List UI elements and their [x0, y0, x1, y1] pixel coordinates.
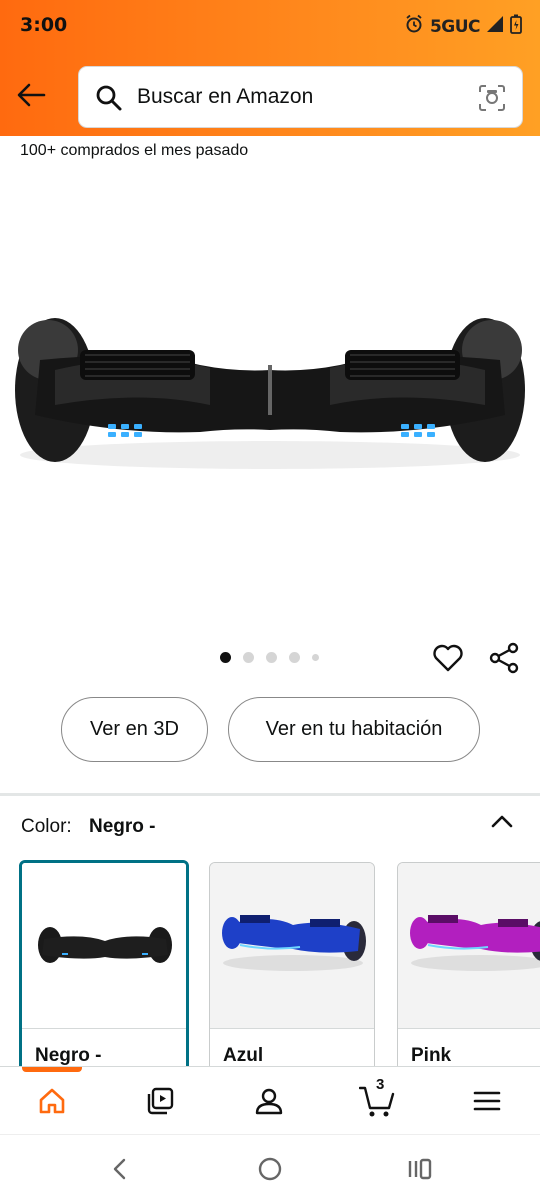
- nav-account[interactable]: [251, 1083, 287, 1119]
- share-button[interactable]: [488, 642, 520, 674]
- pagination-dot[interactable]: [220, 652, 231, 663]
- menu-icon: [473, 1091, 501, 1111]
- nav-video[interactable]: [142, 1083, 178, 1119]
- collapse-button[interactable]: [488, 808, 516, 836]
- signal-icon: [486, 15, 504, 38]
- recents-icon: [408, 1158, 432, 1180]
- share-icon: [489, 642, 519, 674]
- swatch-blue[interactable]: Azul: [209, 862, 375, 1066]
- swatch-separator: [22, 1028, 186, 1029]
- swatch-pink[interactable]: Pink: [397, 862, 540, 1066]
- back-arrow-icon: [17, 83, 46, 107]
- network-label: 5GUC: [429, 16, 481, 37]
- image-pagination[interactable]: [220, 652, 319, 663]
- swatch-image: [398, 863, 540, 1028]
- alarm-icon: [404, 14, 424, 39]
- wishlist-button[interactable]: [432, 642, 464, 674]
- bottom-nav: 3: [0, 1066, 540, 1134]
- color-selector-header: Color: Negro -: [21, 816, 155, 838]
- system-recents-button[interactable]: [406, 1155, 434, 1183]
- swatch-label: Pink: [411, 1045, 452, 1066]
- status-time: 3:00: [20, 14, 68, 36]
- back-chevron-icon: [113, 1158, 126, 1180]
- view-3d-button[interactable]: Ver en 3D: [61, 697, 208, 762]
- nav-cart[interactable]: 3: [359, 1076, 395, 1119]
- header: 3:00 5GUC Buscar en Amazon: [0, 0, 540, 136]
- account-icon: [255, 1088, 283, 1115]
- active-tab-indicator: [22, 1067, 82, 1072]
- system-nav-bar: [0, 1134, 540, 1200]
- cart-count: 3: [376, 1076, 385, 1093]
- color-swatches: Negro - Azul Pink: [0, 860, 540, 1066]
- swatch-separator: [210, 1028, 374, 1029]
- search-placeholder: Buscar en Amazon: [137, 85, 314, 108]
- color-value: Negro -: [88, 816, 156, 837]
- swatch-image: [22, 863, 186, 1028]
- product-image[interactable]: [0, 200, 540, 620]
- swatch-label: Negro -: [35, 1045, 102, 1066]
- swatch-label: Azul: [223, 1045, 264, 1066]
- search-input[interactable]: Buscar en Amazon: [78, 66, 523, 128]
- pagination-dot[interactable]: [312, 654, 319, 661]
- swatch-separator: [398, 1028, 540, 1029]
- purchased-text: 100+ comprados el mes pasado: [20, 142, 249, 159]
- battery-icon: [510, 14, 522, 39]
- heart-icon: [433, 644, 463, 672]
- system-back-button[interactable]: [106, 1155, 134, 1183]
- view-in-room-button[interactable]: Ver en tu habitación: [228, 697, 480, 762]
- swatch-image: [210, 863, 374, 1028]
- camera-icon[interactable]: [478, 84, 506, 117]
- status-bar: 3:00 5GUC: [0, 0, 540, 56]
- chevron-up-icon: [491, 815, 513, 828]
- color-label: Color:: [21, 816, 72, 837]
- section-divider: [0, 793, 540, 796]
- search-icon: [95, 84, 123, 117]
- nav-home[interactable]: [34, 1083, 70, 1119]
- swatch-black[interactable]: Negro -: [19, 860, 189, 1066]
- system-home-button[interactable]: [256, 1155, 284, 1183]
- pagination-dot[interactable]: [289, 652, 300, 663]
- circle-home-icon: [258, 1157, 282, 1181]
- nav-menu[interactable]: [469, 1083, 505, 1119]
- pagination-dot[interactable]: [266, 652, 277, 663]
- home-icon: [39, 1088, 65, 1114]
- pagination-dot[interactable]: [243, 652, 254, 663]
- status-icons: 5GUC: [404, 14, 522, 39]
- video-icon: [147, 1087, 174, 1115]
- back-button[interactable]: [14, 78, 48, 112]
